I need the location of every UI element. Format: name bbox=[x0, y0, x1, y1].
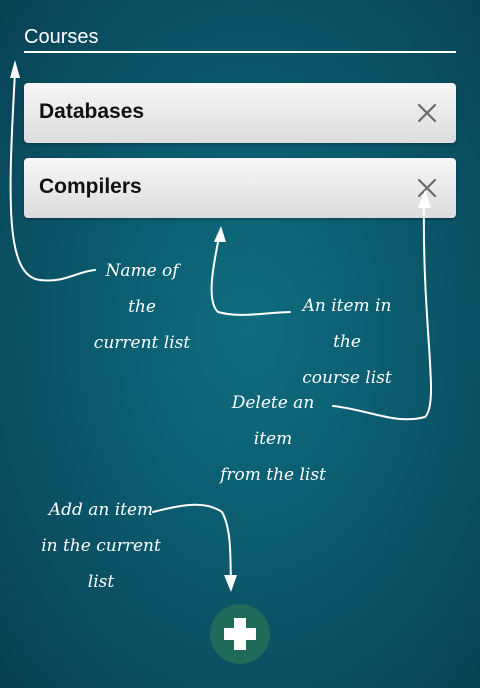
plus-icon bbox=[224, 618, 256, 650]
annotation-delete: Delete an item from the list bbox=[220, 393, 326, 485]
add-button[interactable] bbox=[210, 604, 270, 664]
annotation-list-name: Name of the current list bbox=[93, 261, 191, 353]
annotation-item: An item in the course list bbox=[302, 296, 392, 388]
annotation-add: Add an item in the current list bbox=[41, 500, 161, 592]
